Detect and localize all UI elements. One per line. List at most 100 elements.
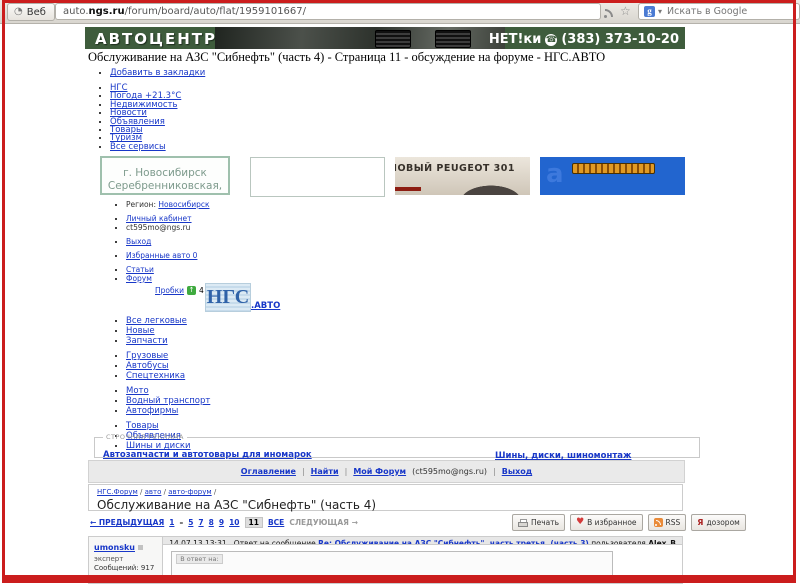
pagination: ← ПРЕДЫДУЩАЯ 1 – 5 7 8 9 10 11 ВСЕ СЛЕДУ… — [90, 517, 358, 528]
list-item: Выход — [126, 237, 210, 246]
autocenter-ad-banner[interactable]: АВТОЦЕНТР НЕТ!ки ☎ (383) 373-10-20 — [85, 27, 685, 49]
breadcrumb-auto-link[interactable]: авто — [145, 488, 162, 496]
nav-link-new[interactable]: Новые — [126, 326, 155, 336]
url-prefix: auto. — [63, 6, 89, 17]
page-link-8[interactable]: 8 — [209, 518, 214, 527]
region-group: Регион: Новосибирск — [112, 200, 210, 209]
region-label: Регион: — [126, 200, 156, 209]
banner-decor — [395, 187, 421, 191]
page-link-9[interactable]: 9 — [219, 518, 224, 527]
favorites-group: Избранные авто 0 — [112, 251, 210, 260]
post-header: 14.07.13 13:31 Ответ на сообщение Re: Об… — [163, 537, 682, 545]
print-button[interactable]: Печать — [512, 514, 566, 531]
page-link-1[interactable]: 1 — [169, 518, 174, 527]
thread-title: Обслуживание на АЗС "Сибнефть" (часть 4) — [97, 498, 377, 512]
address-ad-box[interactable]: г. Новосибирск Серебренниковская, д. — [100, 156, 230, 195]
quote-box: В ответ на: — [171, 551, 614, 577]
personal-cabinet-link[interactable]: Личный кабинет — [126, 214, 192, 223]
banner-caption: НЕТ!ки — [488, 32, 542, 47]
traffic-up-icon: ↑ — [187, 286, 197, 295]
line-ad-parts-link[interactable]: Автозапчасти и автотовары для иномарок — [103, 450, 312, 460]
heart-icon: ♥ — [576, 517, 585, 527]
page-link-5[interactable]: 5 — [188, 518, 193, 527]
author-link[interactable]: umonsku — [94, 543, 135, 552]
current-page-indicator: 11 — [244, 517, 263, 528]
breadcrumb-autoforum-link[interactable]: авто-форум — [168, 488, 211, 496]
bookmark-star-icon[interactable]: ☆ — [620, 5, 631, 17]
region-link[interactable]: Новосибирск — [158, 200, 209, 209]
favorite-button[interactable]: ♥ В избранное — [570, 514, 643, 531]
rss-feed-icon[interactable] — [604, 7, 615, 18]
blue-ad-banner[interactable]: a — [540, 157, 685, 195]
forum-post: umonsku эксперт Сообщений: 917 14.07.13 … — [88, 536, 683, 584]
rss-button[interactable]: RSS — [647, 514, 687, 531]
page-link-10[interactable]: 10 — [229, 518, 239, 527]
search-box[interactable]: g ▾ — [638, 3, 800, 20]
author-rank: эксперт — [94, 555, 124, 563]
list-item: Автофирмы — [126, 406, 210, 416]
search-engine-caret-icon[interactable]: ▾ — [658, 7, 662, 16]
logout-group: Выход — [112, 237, 210, 246]
search-input[interactable] — [665, 5, 794, 18]
separator: | — [301, 467, 305, 476]
nav-link-firms[interactable]: Автофирмы — [126, 406, 178, 416]
list-item: Запчасти — [126, 336, 210, 346]
list-item: Избранные авто 0 — [126, 251, 210, 260]
logout-link[interactable]: Выход — [126, 237, 151, 246]
post-main-cell: 14.07.13 13:31 Ответ на сообщение Re: Об… — [163, 537, 682, 583]
list-item: Мото — [126, 386, 210, 396]
quote-label: В ответ на: — [176, 554, 223, 564]
nav-link-water[interactable]: Водный транспорт — [126, 396, 210, 406]
peugeot-ad-banner[interactable]: НОВЫЙ PEUGEOT 301 — [395, 157, 530, 195]
breadcrumb-forum-link[interactable]: НГС.Форум — [97, 488, 138, 496]
web-tab-button[interactable]: ◔ Веб — [7, 3, 55, 21]
traffic-link[interactable]: Пробки — [155, 286, 184, 295]
list-item: Личный кабинет — [126, 214, 210, 223]
watch-icon: Я — [697, 517, 704, 527]
my-forum-link[interactable]: Мой Форум — [353, 467, 406, 476]
watch-button[interactable]: Я дозором — [691, 514, 746, 531]
page-link-7[interactable]: 7 — [198, 518, 203, 527]
nav-link-special[interactable]: Спецтехника — [126, 371, 185, 381]
prev-page-link[interactable]: ← ПРЕДЫДУЩАЯ — [90, 518, 164, 527]
nav-link-buses[interactable]: Автобусы — [126, 361, 169, 371]
tab-favicon-icon: ◔ — [14, 6, 23, 17]
my-forum-email: (ct595mo@ngs.ru) — [412, 467, 488, 476]
cabinet-group: Личный кабинет ct595mo@ngs.ru — [112, 214, 210, 232]
nav-link-trucks[interactable]: Грузовые — [126, 351, 168, 361]
banner-decor-letter: a — [546, 159, 564, 189]
articles-link[interactable]: Статьи — [126, 265, 154, 274]
all-pages-link[interactable]: ВСЕ — [268, 518, 284, 527]
printer-icon — [518, 518, 528, 527]
forum-logout-link[interactable]: Выход — [502, 467, 532, 476]
bookmark-list: Добавить в закладки — [96, 68, 205, 78]
list-item: Форум — [126, 274, 210, 283]
peugeot-ad-text: НОВЫЙ PEUGEOT 301 — [395, 163, 516, 174]
forum-link[interactable]: Форум — [126, 274, 152, 283]
add-bookmark-link[interactable]: Добавить в закладки — [110, 68, 205, 78]
ngs-logo[interactable]: НГС — [205, 283, 251, 312]
find-link[interactable]: Найти — [311, 467, 339, 476]
toc-link[interactable]: Оглавление — [241, 467, 296, 476]
ad-address-line1: г. Новосибирск — [123, 167, 207, 179]
nav-link-moto[interactable]: Мото — [126, 386, 149, 396]
rss-icon — [653, 518, 663, 527]
address-bar[interactable]: auto.ngs.ru/forum/board/auto/flat/195910… — [55, 3, 601, 20]
nav-group-commercial: Грузовые Автобусы Спецтехника — [112, 351, 210, 381]
nav-link-all-cars[interactable]: Все легковые — [126, 316, 187, 326]
favorite-label: В избранное — [587, 518, 637, 527]
nav-group-cars: Все легковые Новые Запчасти — [112, 316, 210, 346]
banner-vent-decor — [375, 30, 411, 48]
page-title: Обслуживание на АЗС "Сибнефть" (часть 4)… — [88, 50, 606, 64]
service-link-all[interactable]: Все сервисы — [110, 142, 166, 152]
nav-link-parts[interactable]: Запчасти — [126, 336, 168, 346]
list-item: Добавить в закладки — [110, 68, 205, 78]
breadcrumb: НГС.Форум / авто / авто-форум / — [97, 488, 217, 496]
ngs-auto-link[interactable]: .АВТО — [251, 301, 280, 311]
phone-icon: ☎ — [545, 33, 558, 46]
favorite-cars-link[interactable]: Избранные авто 0 — [126, 251, 197, 260]
line-ads-box: СТРОЧНАЯ РЕКЛАМА Автозапчасти и автотова… — [94, 433, 700, 461]
gold-strip-decor — [571, 163, 656, 174]
nav-link-goods[interactable]: Товары — [126, 421, 159, 431]
url-domain: ngs.ru — [88, 6, 125, 17]
